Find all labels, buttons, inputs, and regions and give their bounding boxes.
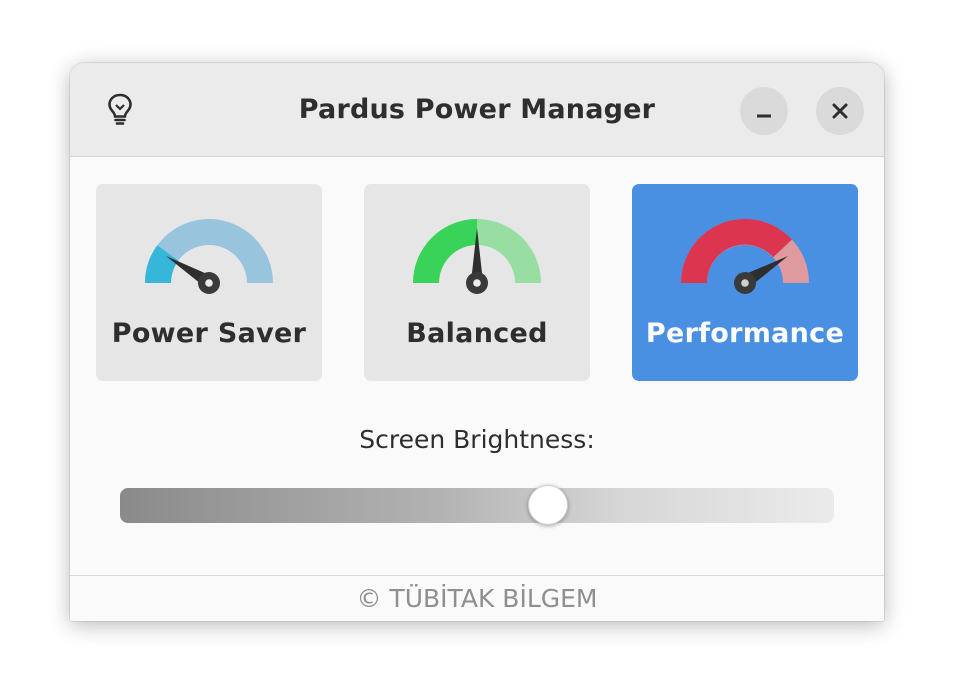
close-icon [832, 103, 848, 119]
brightness-slider-track[interactable] [120, 488, 834, 523]
power-saver-button[interactable]: Power Saver [96, 184, 322, 381]
balanced-label: Balanced [406, 318, 548, 349]
lightbulb-icon [103, 92, 137, 126]
speedometer-medium-icon [413, 219, 541, 294]
performance-button[interactable]: Performance [632, 184, 858, 381]
balanced-button[interactable]: Balanced [364, 184, 590, 381]
speedometer-low-icon [144, 219, 273, 294]
footer-copyright: © TÜBİTAK BİLGEM [356, 584, 598, 613]
power-manager-window: Pardus Power Manager Power Saver Balance… [70, 63, 884, 621]
minimize-icon [757, 114, 771, 118]
performance-label: Performance [645, 318, 845, 349]
brightness-label: Screen Brightness: [359, 425, 595, 454]
header-bar: Pardus Power Manager [70, 63, 884, 157]
speedometer-high-icon [681, 218, 809, 294]
minimize-button[interactable] [740, 87, 788, 135]
close-button[interactable] [816, 87, 864, 135]
power-saver-label: Power Saver [111, 318, 307, 349]
